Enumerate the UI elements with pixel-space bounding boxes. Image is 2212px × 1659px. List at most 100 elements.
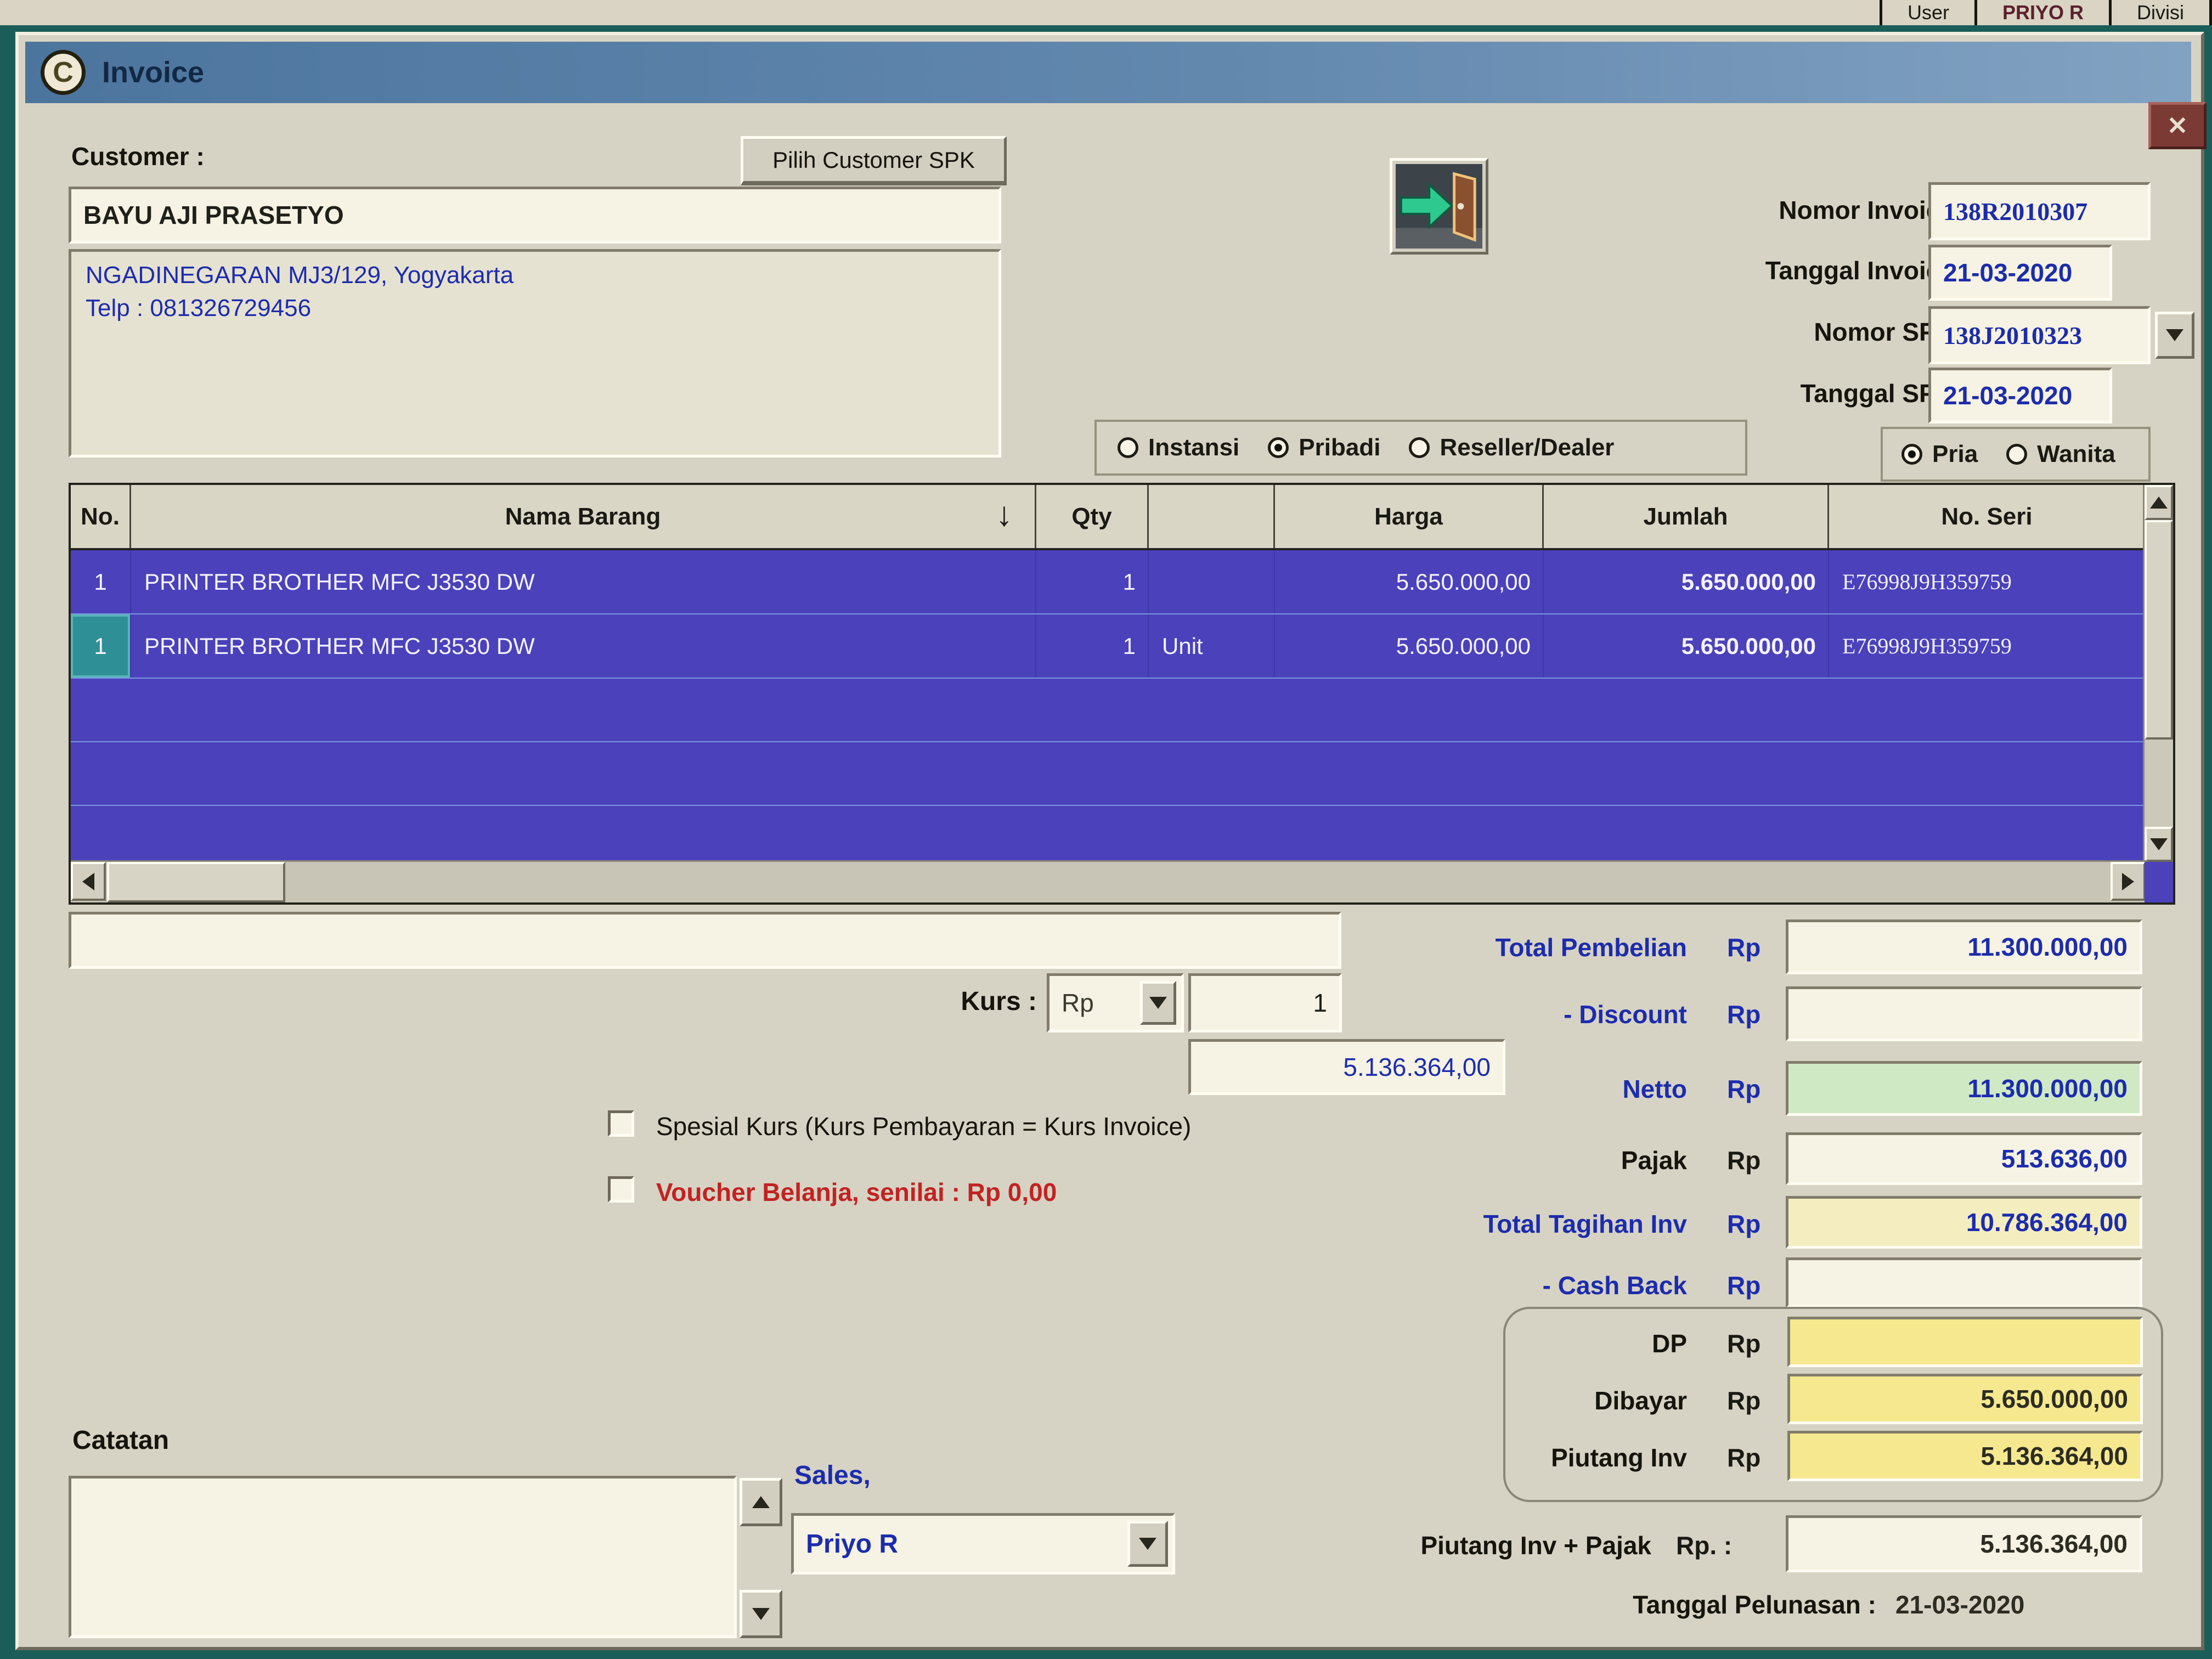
cash-back-label: - Cash Back bbox=[1303, 1271, 1687, 1300]
col-header-no-seri[interactable]: No. Seri bbox=[1829, 485, 2145, 548]
screen: User PRIYO R Divisi C Invoice ✕ Customer… bbox=[0, 0, 2212, 1659]
radio-instansi[interactable] bbox=[1118, 437, 1138, 458]
customer-address-panel[interactable]: NGADINEGARAN MJ3/129, Yogyakarta Telp : … bbox=[69, 249, 1001, 458]
cell-no[interactable]: 1 bbox=[71, 550, 131, 613]
netto-field[interactable]: 11.300.000,00 bbox=[1786, 1061, 2142, 1116]
horizontal-scrollbar[interactable] bbox=[71, 860, 2147, 902]
discount-rp: Rp bbox=[1727, 1000, 1760, 1029]
radio-pribadi[interactable] bbox=[1268, 437, 1289, 458]
tanggal-pelunasan-label: Tanggal Pelunasan : bbox=[1492, 1590, 1876, 1620]
vertical-scrollbar[interactable] bbox=[2143, 485, 2173, 862]
arrow-up-icon bbox=[2150, 496, 2168, 509]
kurs-currency-value: Rp bbox=[1062, 988, 1094, 1018]
item-entry-field[interactable] bbox=[69, 912, 1341, 969]
title-bar[interactable]: C Invoice bbox=[25, 42, 2191, 103]
cell-nama-barang[interactable]: PRINTER BROTHER MFC J3530 DW bbox=[131, 614, 1036, 678]
pajak-label: Pajak bbox=[1303, 1146, 1687, 1175]
nomor-spb-field[interactable]: 138J2010323 bbox=[1928, 306, 2151, 364]
cell-jumlah[interactable]: 5.650.000,00 bbox=[1544, 614, 1829, 678]
col-header-jumlah[interactable]: Jumlah bbox=[1544, 485, 1829, 548]
scrollbar-corner bbox=[2145, 862, 2173, 902]
cell-harga[interactable]: 5.650.000,00 bbox=[1275, 614, 1544, 678]
cell-nama-barang[interactable]: PRINTER BROTHER MFC J3530 DW bbox=[131, 550, 1036, 613]
dibayar-field[interactable]: 5.650.000,00 bbox=[1787, 1374, 2143, 1424]
customer-name-field[interactable]: BAYU AJI PRASETYO bbox=[69, 187, 1001, 244]
cell-no-seri[interactable]: E76998J9H359759 bbox=[1829, 550, 2145, 613]
piutang-inv-pajak-field[interactable]: 5.136.364,00 bbox=[1786, 1515, 2142, 1572]
radio-wanita[interactable] bbox=[2006, 444, 2027, 465]
customer-label: Customer : bbox=[71, 142, 205, 171]
kurs-dropdown-button[interactable] bbox=[1140, 981, 1176, 1025]
close-button[interactable]: ✕ bbox=[2148, 102, 2207, 149]
radio-pria[interactable] bbox=[1901, 444, 1922, 465]
total-pembelian-rp: Rp bbox=[1727, 933, 1760, 962]
arrow-left-icon bbox=[82, 873, 94, 890]
table-row[interactable]: 1 PRINTER BROTHER MFC J3530 DW 1 Unit 5.… bbox=[71, 614, 2173, 679]
catatan-textarea[interactable] bbox=[69, 1476, 737, 1638]
nomor-spb-label: Nomor SPB : bbox=[1585, 317, 1970, 347]
sales-select[interactable]: Priyo R bbox=[791, 1513, 1175, 1575]
tanggal-invoice-label: Tanggal Invoice : bbox=[1585, 256, 1970, 285]
total-tagihan-inv-field[interactable]: 10.786.364,00 bbox=[1786, 1196, 2142, 1249]
voucher-belanja-checkbox[interactable] bbox=[608, 1176, 634, 1203]
total-pembelian-field[interactable]: 11.300.000,00 bbox=[1786, 919, 2142, 974]
tanggal-invoice-field[interactable]: 21-03-2020 bbox=[1928, 245, 2112, 301]
piutang-inv-pajak-label: Piutang Inv + Pajak bbox=[1267, 1531, 1651, 1560]
arrow-down-icon bbox=[752, 1608, 770, 1620]
dp-field[interactable] bbox=[1787, 1317, 2143, 1367]
exit-button[interactable] bbox=[1390, 158, 1488, 255]
cell-no-selected[interactable]: 1 bbox=[71, 614, 131, 678]
catatan-spin-up-button[interactable] bbox=[740, 1478, 782, 1526]
col-header-no[interactable]: No. bbox=[71, 485, 131, 548]
scroll-down-button[interactable] bbox=[2145, 827, 2173, 862]
scroll-right-button[interactable] bbox=[2111, 862, 2146, 901]
vertical-scroll-thumb[interactable] bbox=[2145, 520, 2173, 740]
exit-door-icon bbox=[1396, 163, 1482, 249]
dibayar-rp: Rp bbox=[1727, 1386, 1760, 1415]
horizontal-scroll-thumb[interactable] bbox=[107, 862, 285, 902]
pilih-customer-spk-button[interactable]: Pilih Customer SPK bbox=[741, 136, 1007, 185]
piutang-inv-pajak-rp: Rp. : bbox=[1676, 1531, 1732, 1560]
cell-unit[interactable] bbox=[1149, 550, 1275, 613]
table-row[interactable]: 1 PRINTER BROTHER MFC J3530 DW 1 5.650.0… bbox=[71, 550, 2173, 614]
pajak-rp: Rp bbox=[1727, 1146, 1760, 1175]
sales-dropdown-button[interactable] bbox=[1127, 1521, 1168, 1567]
radio-instansi-label: Instansi bbox=[1148, 434, 1239, 461]
items-table: No. Nama Barang ↓ Qty Harga Jumlah No. S… bbox=[69, 483, 2175, 905]
radio-reseller-dealer[interactable] bbox=[1409, 437, 1430, 458]
tanggal-spb-field[interactable]: 21-03-2020 bbox=[1928, 368, 2112, 424]
col-header-qty[interactable]: Qty bbox=[1036, 485, 1149, 548]
chevron-down-icon bbox=[1139, 1538, 1156, 1550]
cell-jumlah[interactable]: 5.650.000,00 bbox=[1544, 550, 1829, 613]
discount-field[interactable] bbox=[1786, 986, 2142, 1041]
customer-type-radio-group: Instansi Pribadi Reseller/Dealer bbox=[1094, 420, 1747, 476]
cell-unit[interactable]: Unit bbox=[1149, 614, 1275, 678]
radio-wanita-label: Wanita bbox=[2037, 441, 2115, 468]
piutang-inv-rp: Rp bbox=[1727, 1443, 1760, 1472]
spesial-kurs-checkbox[interactable] bbox=[608, 1110, 634, 1137]
cell-qty[interactable]: 1 bbox=[1036, 614, 1149, 678]
discount-label: - Discount bbox=[1303, 1000, 1687, 1029]
pajak-field[interactable]: 513.636,00 bbox=[1786, 1132, 2142, 1185]
cell-no-seri[interactable]: E76998J9H359759 bbox=[1829, 614, 2145, 678]
radio-reseller-dealer-label: Reseller/Dealer bbox=[1440, 434, 1614, 461]
catatan-spin-down-button[interactable] bbox=[740, 1590, 782, 1638]
spesial-kurs-label: Spesial Kurs (Kurs Pembayaran = Kurs Inv… bbox=[656, 1111, 1191, 1141]
dp-rp: Rp bbox=[1727, 1329, 1760, 1358]
nomor-invoice-label: Nomor Invoice : bbox=[1585, 195, 1970, 225]
nomor-spb-dropdown-button[interactable] bbox=[2155, 312, 2194, 359]
col-header-harga[interactable]: Harga bbox=[1275, 485, 1544, 548]
col-header-unit[interactable] bbox=[1149, 485, 1275, 548]
scroll-up-button[interactable] bbox=[2145, 485, 2173, 520]
arrow-right-icon bbox=[2122, 873, 2134, 890]
piutang-inv-field[interactable]: 5.136.364,00 bbox=[1787, 1431, 2143, 1481]
cell-qty[interactable]: 1 bbox=[1036, 550, 1149, 613]
nomor-invoice-field[interactable]: 138R2010307 bbox=[1928, 182, 2151, 240]
arrow-down-icon bbox=[2150, 838, 2168, 850]
cash-back-field[interactable] bbox=[1786, 1257, 2142, 1308]
radio-pria-label: Pria bbox=[1932, 441, 1978, 468]
cell-harga[interactable]: 5.650.000,00 bbox=[1275, 550, 1544, 613]
col-header-nama-barang[interactable]: Nama Barang ↓ bbox=[131, 485, 1036, 548]
scroll-left-button[interactable] bbox=[71, 862, 106, 901]
close-icon: ✕ bbox=[2167, 111, 2188, 140]
